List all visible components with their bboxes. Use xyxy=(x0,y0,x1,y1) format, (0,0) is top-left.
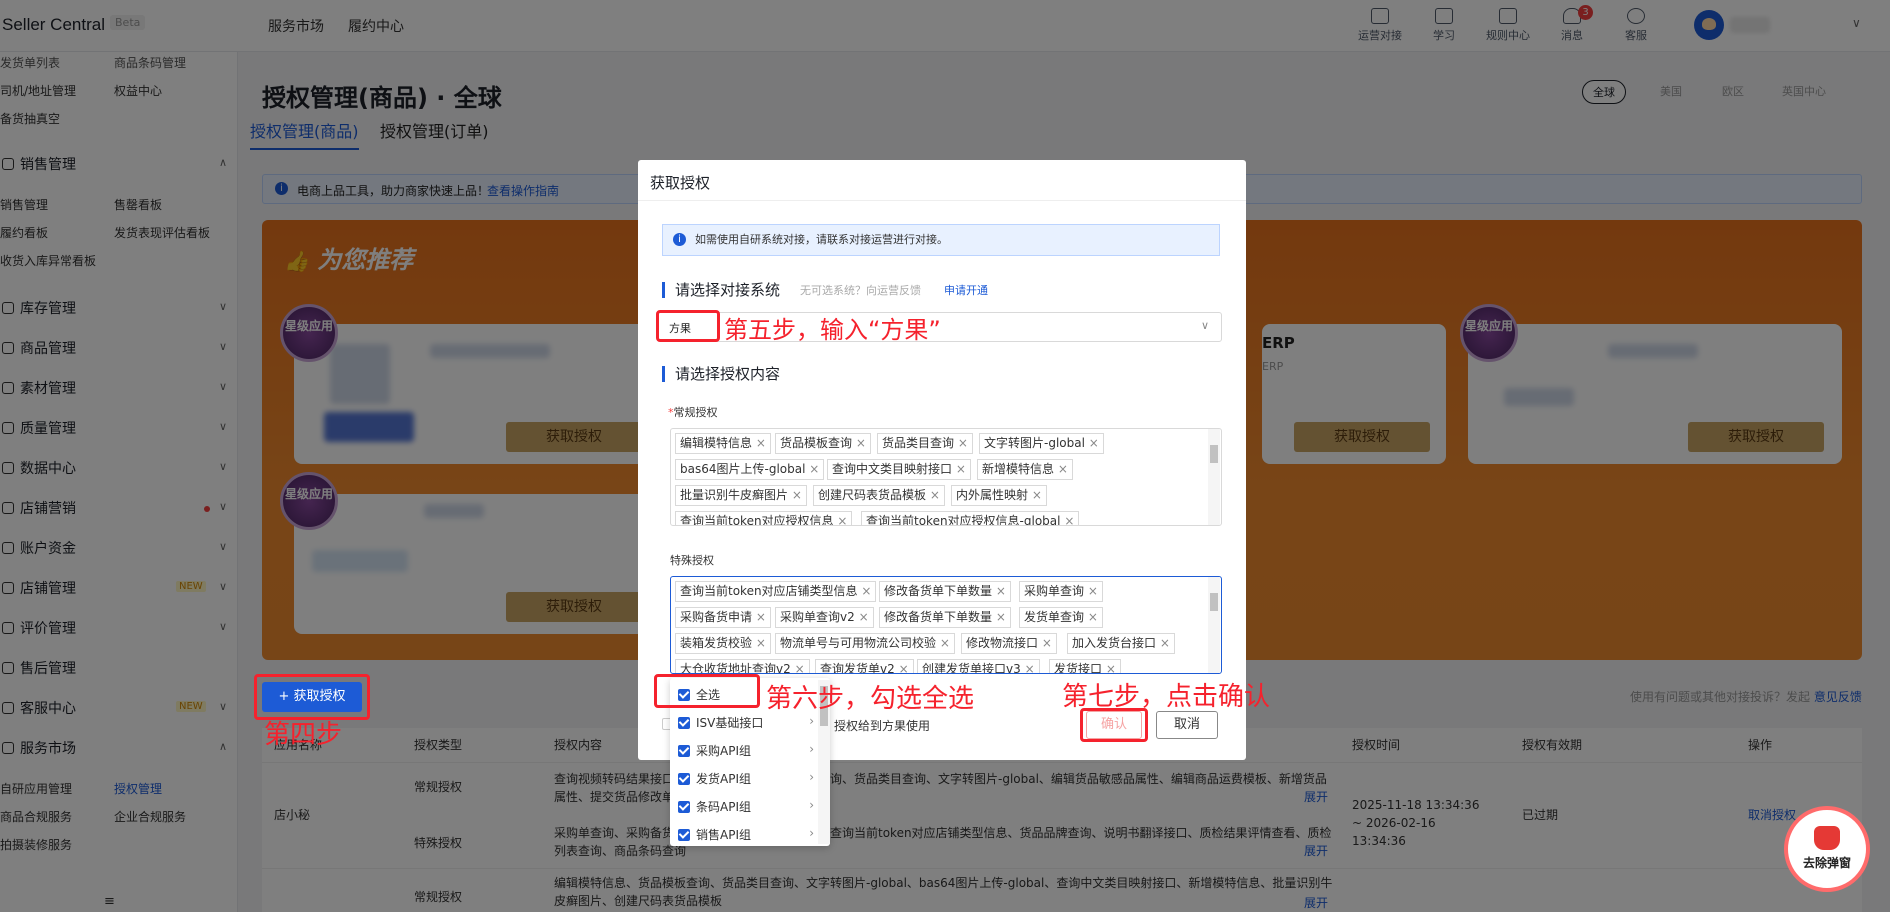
annotation-step7: 第七步，点击确认 xyxy=(1062,682,1271,712)
share-text: 授权给到方果使用 xyxy=(834,719,931,733)
checkbox-checked-icon[interactable] xyxy=(678,773,690,785)
auth-tag[interactable]: 货品模板查询 xyxy=(775,433,871,454)
scrollbar[interactable] xyxy=(1208,577,1220,673)
auth-tag[interactable]: 发货接口 xyxy=(1049,659,1121,673)
chevron-down-icon[interactable]: ∨ xyxy=(1201,319,1209,332)
confirm-button[interactable]: 确认 xyxy=(1086,711,1142,739)
chevron-right-icon: › xyxy=(809,826,814,840)
chevron-right-icon: › xyxy=(809,798,814,812)
special-auth-label: 特殊授权 xyxy=(670,554,714,567)
close-popup-label: 去除弹窗 xyxy=(1802,856,1851,870)
auth-tag[interactable]: 采购单查询v2 xyxy=(775,607,874,628)
auth-tag[interactable]: 新增模特信息 xyxy=(977,459,1073,480)
auth-tag[interactable]: 查询发货单v2 xyxy=(815,659,914,673)
auth-tag[interactable]: 修改物流接口 xyxy=(961,633,1057,654)
annotation-step4: 第四步 xyxy=(264,720,343,750)
auth-tag[interactable]: 装箱发货校验 xyxy=(675,633,771,654)
auth-tag[interactable]: 采购备货申请 xyxy=(675,607,771,628)
apple-icon xyxy=(1814,826,1840,850)
dropdown-item-label: 发货API组 xyxy=(696,772,751,786)
checkbox-checked-icon[interactable] xyxy=(678,717,690,729)
section-select-system: 请选择对接系统 xyxy=(662,282,780,298)
auth-tag[interactable]: bas64图片上传-global xyxy=(675,459,825,480)
auth-tag[interactable]: 创建尺码表货品模板 xyxy=(813,485,945,506)
regular-auth-tags[interactable]: 编辑模特信息 货品模板查询 货品类目查询 文字转图片-global bas64图… xyxy=(670,428,1222,526)
add-auth-button[interactable]: + 获取授权 xyxy=(262,682,362,712)
checkbox-checked-icon[interactable] xyxy=(678,829,690,841)
chevron-right-icon: › xyxy=(809,742,814,756)
dropdown-item-isv[interactable]: ISV基础接口 › xyxy=(678,714,814,731)
auth-tag[interactable]: 货品类目查询 xyxy=(877,433,973,454)
auth-tag[interactable]: 发货单查询 xyxy=(1019,607,1103,628)
annotation-box-step5: 方果 xyxy=(656,310,720,342)
auth-tag[interactable]: 编辑模特信息 xyxy=(675,433,771,454)
dropdown-item-barcode[interactable]: 条码API组 › xyxy=(678,798,814,815)
dropdown-item-sales[interactable]: 销售API组 › xyxy=(678,826,814,843)
annotation-box-step6 xyxy=(654,674,760,708)
annotation-step5: 第五步，输入“方果” xyxy=(724,316,941,344)
auth-tag[interactable]: 查询中文类目映射接口 xyxy=(827,459,971,480)
divider xyxy=(638,200,1246,201)
auth-tag[interactable]: 加入发货台接口 xyxy=(1067,633,1175,654)
auth-tag[interactable]: 修改备货单下单数量 xyxy=(879,607,1011,628)
dropdown-item-purchase[interactable]: 采购API组 › xyxy=(678,742,814,759)
auth-tag[interactable]: 查询当前token对应店铺类型信息 xyxy=(675,581,877,602)
cancel-button[interactable]: 取消 xyxy=(1156,711,1218,739)
section-select-content: 请选择授权内容 xyxy=(662,366,780,382)
dropdown-item-label: ISV基础接口 xyxy=(696,716,764,730)
scrollbar[interactable] xyxy=(1208,429,1220,525)
auth-tag[interactable]: 内外属性映射 xyxy=(951,485,1047,506)
dropdown-item-label: 采购API组 xyxy=(696,744,751,758)
auth-tag[interactable]: 采购单查询 xyxy=(1019,581,1103,602)
auth-tag[interactable]: 文字转图片-global xyxy=(979,433,1104,454)
system-select-value: 方果 xyxy=(669,322,691,335)
auth-tag[interactable]: 大仓收货地址查询v2 xyxy=(675,659,810,673)
chevron-right-icon: › xyxy=(809,714,814,728)
auth-tag[interactable]: 查询当前token对应授权信息-global xyxy=(861,511,1080,525)
special-auth-tags[interactable]: 查询当前token对应店铺类型信息 修改备货单下单数量 采购单查询 采购备货申请… xyxy=(670,576,1222,674)
dropdown-item-label: 销售API组 xyxy=(696,828,751,842)
modal-title: 获取授权 xyxy=(650,174,711,192)
annotation-step6: 第六步，勾选全选 xyxy=(766,684,975,714)
auth-tag[interactable]: 查询当前token对应授权信息 xyxy=(675,511,853,525)
modal-info-banner: 如需使用自研系统对接，请联系对接运营进行对接。 xyxy=(662,224,1220,256)
checkbox-checked-icon[interactable] xyxy=(678,801,690,813)
no-system-text: 无可选系统？向运营反馈 xyxy=(800,284,921,297)
close-popup-button[interactable]: 去除弹窗 xyxy=(1784,806,1870,892)
auth-tag[interactable]: 批量识别牛皮癣图片 xyxy=(675,485,807,506)
regular-auth-label-text: 常规授权 xyxy=(673,406,718,419)
dropdown-item-label: 条码API组 xyxy=(696,800,751,814)
auth-tag[interactable]: 创建发货单接口v3 xyxy=(917,659,1040,673)
checkbox-checked-icon[interactable] xyxy=(678,745,690,757)
apply-link[interactable]: 申请开通 xyxy=(944,282,988,298)
auth-tag[interactable]: 修改备货单下单数量 xyxy=(879,581,1011,602)
dropdown-item-shipping[interactable]: 发货API组 › xyxy=(678,770,814,787)
chevron-right-icon: › xyxy=(809,770,814,784)
get-auth-modal: 获取授权 如需使用自研系统对接，请联系对接运营进行对接。 请选择对接系统 无可选… xyxy=(638,160,1246,760)
auth-tag[interactable]: 物流单号与可用物流公司校验 xyxy=(775,633,955,654)
regular-auth-label: *常规授权 xyxy=(668,406,718,419)
